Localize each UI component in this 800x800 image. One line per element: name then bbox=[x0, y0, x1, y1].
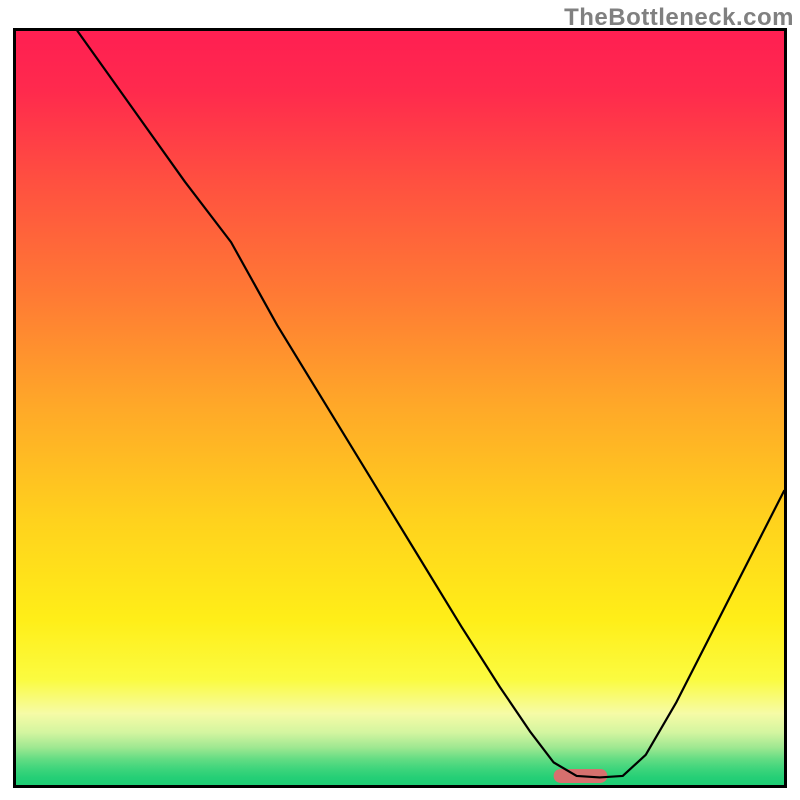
gradient-background bbox=[16, 31, 784, 785]
chart-frame bbox=[13, 28, 787, 788]
chart-svg bbox=[16, 31, 784, 785]
plot-area bbox=[13, 28, 787, 788]
watermark-text: TheBottleneck.com bbox=[564, 4, 794, 32]
